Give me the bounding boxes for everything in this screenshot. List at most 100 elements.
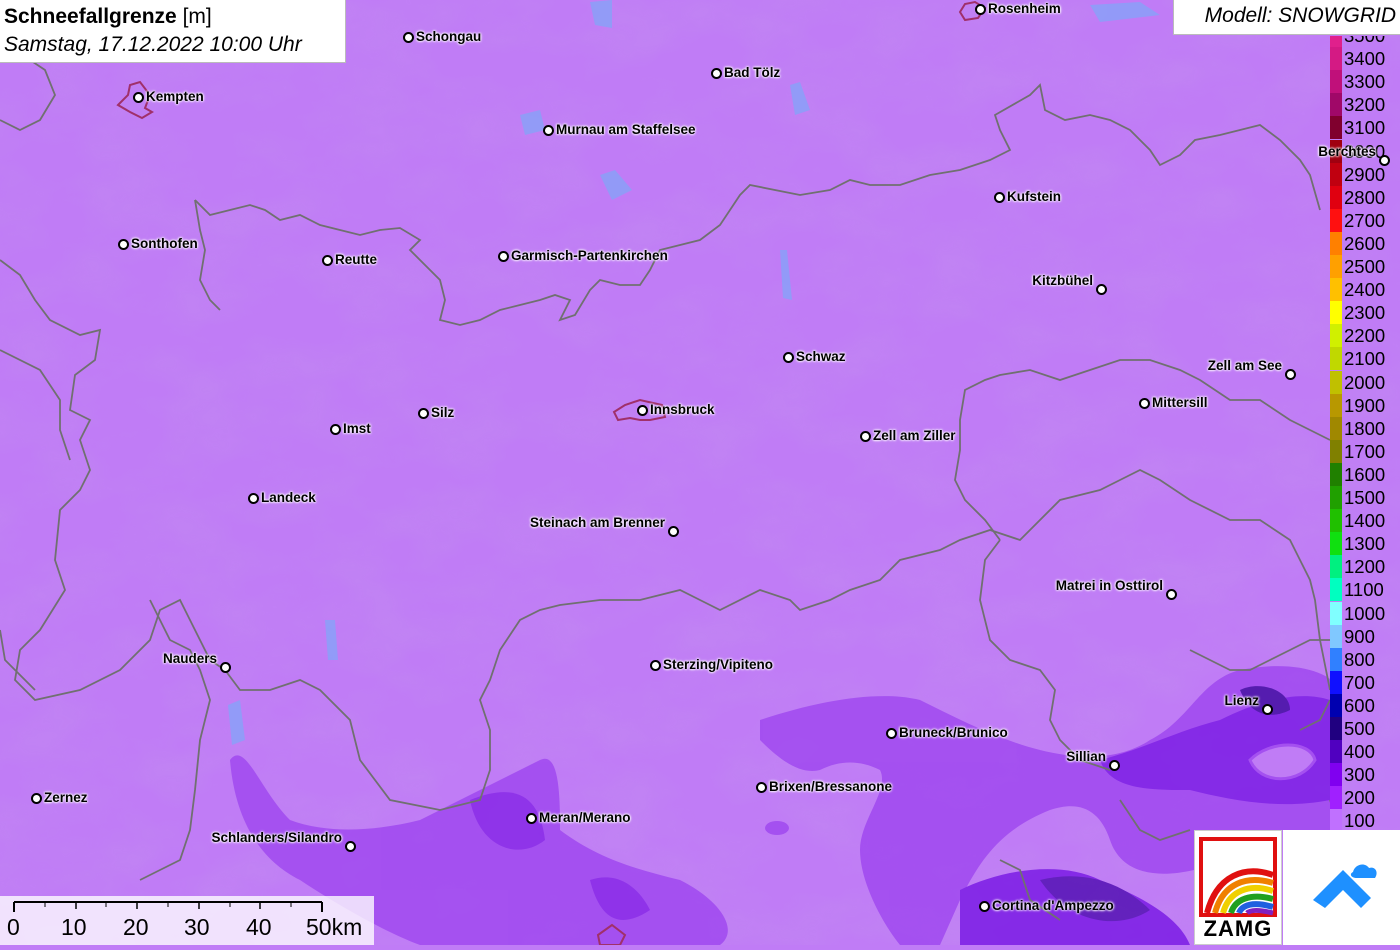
city-label[interactable]: Reutte: [335, 252, 377, 268]
scale-label: 50km: [306, 914, 363, 940]
city-label[interactable]: Sillian: [1066, 749, 1106, 765]
city-label[interactable]: Murnau am Staffelsee: [556, 122, 696, 138]
city-label[interactable]: Mittersill: [1152, 395, 1208, 411]
city-marker-icon[interactable]: [860, 431, 871, 442]
city-marker-icon[interactable]: [1139, 398, 1150, 409]
city-marker-icon[interactable]: [711, 68, 722, 79]
city-label[interactable]: Zernez: [44, 790, 88, 806]
legend-swatch: [1330, 601, 1342, 625]
city-label[interactable]: Berchtes: [1318, 144, 1376, 160]
legend-row: 400: [1328, 740, 1400, 764]
city-label[interactable]: Meran/Merano: [539, 810, 631, 826]
legend-swatch: [1330, 462, 1342, 486]
city-label[interactable]: Steinach am Brenner: [530, 515, 665, 531]
city-marker-icon[interactable]: [526, 813, 537, 824]
city-label[interactable]: Sterzing/Vipiteno: [663, 657, 773, 673]
legend-swatch: [1330, 717, 1342, 741]
city-label[interactable]: Schongau: [416, 29, 481, 45]
city-marker-icon[interactable]: [783, 352, 794, 363]
city-marker-icon[interactable]: [1096, 284, 1107, 295]
snowfall-map[interactable]: [0, 0, 1400, 945]
legend-swatch: [1330, 439, 1342, 463]
legend-label: 3500: [1344, 36, 1385, 47]
legend-swatch: [1330, 693, 1342, 717]
legend-label: 1300: [1344, 533, 1386, 555]
legend-label: 2600: [1344, 232, 1386, 254]
city-label[interactable]: Sonthofen: [131, 236, 198, 252]
city-label[interactable]: Matrei in Osttirol: [1056, 578, 1163, 594]
city-marker-icon[interactable]: [498, 251, 509, 262]
city-marker-icon[interactable]: [543, 125, 554, 136]
legend-swatch: [1330, 486, 1342, 510]
legend-swatch: [1330, 70, 1342, 94]
city-marker-icon[interactable]: [1166, 589, 1177, 600]
city-label[interactable]: Schwaz: [796, 349, 846, 365]
city-label[interactable]: Lienz: [1224, 693, 1259, 709]
city-label[interactable]: Schlanders/Silandro: [211, 830, 342, 846]
city-label[interactable]: Kufstein: [1007, 189, 1061, 205]
legend-row: 1500: [1328, 486, 1400, 510]
legend-label: 2900: [1344, 163, 1386, 185]
legend-label: 1400: [1344, 510, 1386, 532]
legend-swatch: [1330, 116, 1342, 140]
city-label[interactable]: Landeck: [261, 490, 316, 506]
city-marker-icon[interactable]: [886, 728, 897, 739]
legend-row: 300: [1328, 763, 1400, 787]
legend-row: 600: [1328, 693, 1400, 717]
legend-swatch: [1330, 93, 1342, 117]
city-marker-icon[interactable]: [322, 255, 333, 266]
zamg-logo-text: ZAMG: [1203, 916, 1273, 941]
cloud-roof-icon: [1313, 864, 1377, 908]
legend-label: 300: [1344, 764, 1375, 786]
legend-row: 3400: [1328, 47, 1400, 71]
city-marker-icon[interactable]: [637, 405, 648, 416]
city-marker-icon[interactable]: [133, 92, 144, 103]
city-label[interactable]: Bruneck/Brunico: [899, 725, 1008, 741]
legend-swatch: [1330, 347, 1342, 371]
city-marker-icon[interactable]: [979, 901, 990, 912]
city-marker-icon[interactable]: [994, 192, 1005, 203]
city-label[interactable]: Bad Tölz: [724, 65, 780, 81]
legend-swatch: [1330, 255, 1342, 279]
city-label[interactable]: Cortina d'Ampezzo: [992, 898, 1114, 914]
city-marker-icon[interactable]: [330, 424, 341, 435]
city-label[interactable]: Nauders: [163, 651, 217, 667]
city-marker-icon[interactable]: [668, 526, 679, 537]
legend-label: 2800: [1344, 186, 1386, 208]
city-marker-icon[interactable]: [1285, 369, 1296, 380]
city-label[interactable]: Innsbruck: [650, 402, 715, 418]
legend-swatch: [1330, 324, 1342, 348]
legend-row: 1900: [1328, 393, 1400, 417]
legend-swatch: [1330, 624, 1342, 648]
city-marker-icon[interactable]: [1379, 155, 1390, 166]
legend-row: 500: [1328, 717, 1400, 741]
city-marker-icon[interactable]: [31, 793, 42, 804]
city-marker-icon[interactable]: [418, 408, 429, 419]
city-marker-icon[interactable]: [650, 660, 661, 671]
city-label[interactable]: Silz: [431, 405, 454, 421]
legend-label: 2000: [1344, 371, 1386, 393]
city-label[interactable]: Kitzbühel: [1032, 273, 1093, 289]
city-label[interactable]: Zell am See: [1208, 358, 1282, 374]
city-label[interactable]: Zell am Ziller: [873, 428, 956, 444]
city-marker-icon[interactable]: [756, 782, 767, 793]
city-label[interactable]: Rosenheim: [988, 1, 1061, 17]
city-marker-icon[interactable]: [1262, 704, 1273, 715]
city-marker-icon[interactable]: [975, 4, 986, 15]
city-label[interactable]: Kempten: [146, 89, 204, 105]
city-marker-icon[interactable]: [403, 32, 414, 43]
scale-label: 40: [246, 914, 272, 940]
legend-swatch: [1330, 532, 1342, 556]
legend-swatch: [1330, 370, 1342, 394]
city-marker-icon[interactable]: [118, 239, 129, 250]
city-label[interactable]: Garmisch-Partenkirchen: [511, 248, 668, 264]
legend-label: 400: [1344, 741, 1375, 763]
city-marker-icon[interactable]: [1109, 760, 1120, 771]
legend-label: 2300: [1344, 302, 1386, 324]
legend-row: 1200: [1328, 555, 1400, 579]
city-marker-icon[interactable]: [345, 841, 356, 852]
city-label[interactable]: Brixen/Bressanone: [769, 779, 892, 795]
city-marker-icon[interactable]: [248, 493, 259, 504]
city-marker-icon[interactable]: [220, 662, 231, 673]
city-label[interactable]: Imst: [343, 421, 371, 437]
